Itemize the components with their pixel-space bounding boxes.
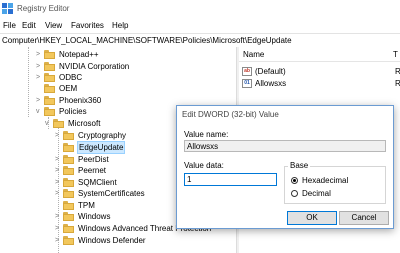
tree-node-label: Phoenix360 xyxy=(59,96,102,105)
expand-chevron-icon[interactable]: > xyxy=(55,212,63,221)
tree-node-label: Cryptography xyxy=(78,131,127,140)
tree-node-label: TPM xyxy=(78,201,95,210)
expand-chevron-icon[interactable]: > xyxy=(36,96,44,105)
menu-help[interactable]: Help xyxy=(112,21,128,30)
expand-chevron-icon[interactable]: > xyxy=(36,50,44,59)
radio-hexadecimal[interactable]: Hexadecimal xyxy=(291,176,391,186)
string-value-icon: ab xyxy=(242,67,252,76)
folder-icon xyxy=(44,107,55,116)
menu-edit[interactable]: Edit xyxy=(22,21,36,30)
menu-view[interactable]: View xyxy=(45,21,62,30)
tree-node-label: Policies xyxy=(59,107,87,116)
expand-chevron-icon[interactable]: > xyxy=(36,62,44,71)
tree-node-label: NVIDIA Corporation xyxy=(59,62,130,71)
folder-icon xyxy=(63,212,74,221)
dword-value-icon: 01 xyxy=(242,79,252,88)
folder-icon xyxy=(44,84,55,93)
edit-dword-dialog: Edit DWORD (32-bit) Value Value name: Al… xyxy=(176,105,394,229)
expand-chevron-icon xyxy=(36,84,44,93)
radio-unselected-icon[interactable] xyxy=(291,190,298,197)
collapse-chevron-icon[interactable]: v xyxy=(45,119,53,128)
value-name: (Default) xyxy=(255,67,286,76)
dialog-title: Edit DWORD (32-bit) Value xyxy=(182,110,279,119)
expand-chevron-icon xyxy=(55,143,63,152)
tree-node-label: OEM xyxy=(59,84,78,93)
address-path[interactable]: Computer\HKEY_LOCAL_MACHINE\SOFTWARE\Pol… xyxy=(2,36,292,45)
radio-label[interactable]: Decimal xyxy=(302,189,331,199)
column-header-type[interactable]: T xyxy=(393,50,398,59)
tree-node-label: Windows Defender xyxy=(78,236,146,245)
menu-file[interactable]: File xyxy=(3,21,16,30)
base-group-label: Base xyxy=(288,161,311,170)
menu-bar: File Edit View Favorites Help xyxy=(0,19,400,33)
column-header-name[interactable]: Name xyxy=(243,50,264,59)
window-title: Registry Editor xyxy=(17,4,70,13)
collapse-chevron-icon[interactable]: v xyxy=(36,107,44,116)
folder-icon xyxy=(44,73,55,82)
expand-chevron-icon[interactable]: > xyxy=(55,178,63,187)
value-data-label: Value data: xyxy=(184,161,224,170)
radio-decimal[interactable]: Decimal xyxy=(291,189,391,199)
expand-chevron-icon[interactable]: > xyxy=(36,73,44,82)
value-name-label: Value name: xyxy=(184,130,229,139)
registry-editor-icon xyxy=(2,3,13,14)
tree-node-label: Windows xyxy=(78,212,111,221)
tree-node-label: Microsoft xyxy=(68,119,101,128)
tree-node-label: EdgeUpdate xyxy=(77,141,126,154)
tree-node-label: Peernet xyxy=(78,166,107,175)
value-row[interactable]: 01 Allowsxs R xyxy=(239,78,400,89)
folder-icon xyxy=(63,224,74,233)
radio-label[interactable]: Hexadecimal xyxy=(302,176,348,186)
tree-node-label: ODBC xyxy=(59,73,83,82)
expand-chevron-icon[interactable]: > xyxy=(55,224,63,233)
value-row[interactable]: ab (Default) R xyxy=(239,66,400,77)
value-type: R xyxy=(395,67,400,76)
tree-node-label: Notepad++ xyxy=(59,50,99,59)
value-type: R xyxy=(395,79,400,88)
cancel-button[interactable]: Cancel xyxy=(339,211,389,225)
menu-favorites[interactable]: Favorites xyxy=(71,21,104,30)
folder-icon xyxy=(63,131,74,140)
title-bar: Registry Editor xyxy=(0,0,400,17)
radio-selected-icon[interactable] xyxy=(291,177,298,184)
column-header: Name T xyxy=(239,47,400,62)
folder-icon xyxy=(63,236,74,245)
folder-icon xyxy=(63,166,74,175)
tree-guide-line xyxy=(28,47,29,117)
folder-icon xyxy=(44,50,55,59)
expand-chevron-icon[interactable]: > xyxy=(55,189,63,198)
tree-node-label: SystemCertificates xyxy=(78,189,145,198)
folder-open-icon xyxy=(63,143,74,152)
folder-icon xyxy=(63,189,74,198)
ok-button[interactable]: OK xyxy=(287,211,337,225)
expand-chevron-icon[interactable]: > xyxy=(55,155,63,164)
expand-chevron-icon[interactable]: > xyxy=(55,166,63,175)
tree-node-label: PeerDist xyxy=(78,155,109,164)
value-data-input[interactable]: 1 xyxy=(184,173,277,186)
folder-icon xyxy=(53,119,64,128)
folder-icon xyxy=(63,155,74,164)
folder-icon xyxy=(63,201,74,210)
tree-node-label: SQMClient xyxy=(78,178,117,187)
expand-chevron-icon[interactable]: > xyxy=(55,131,63,140)
folder-icon xyxy=(44,62,55,71)
folder-icon xyxy=(63,178,74,187)
value-name: Allowsxs xyxy=(255,79,287,88)
expand-chevron-icon[interactable]: > xyxy=(55,236,63,245)
address-bar[interactable]: Computer\HKEY_LOCAL_MACHINE\SOFTWARE\Pol… xyxy=(0,33,400,48)
folder-icon xyxy=(44,96,55,105)
expand-chevron-icon xyxy=(55,201,63,210)
value-name-field: Allowsxs xyxy=(184,140,386,152)
